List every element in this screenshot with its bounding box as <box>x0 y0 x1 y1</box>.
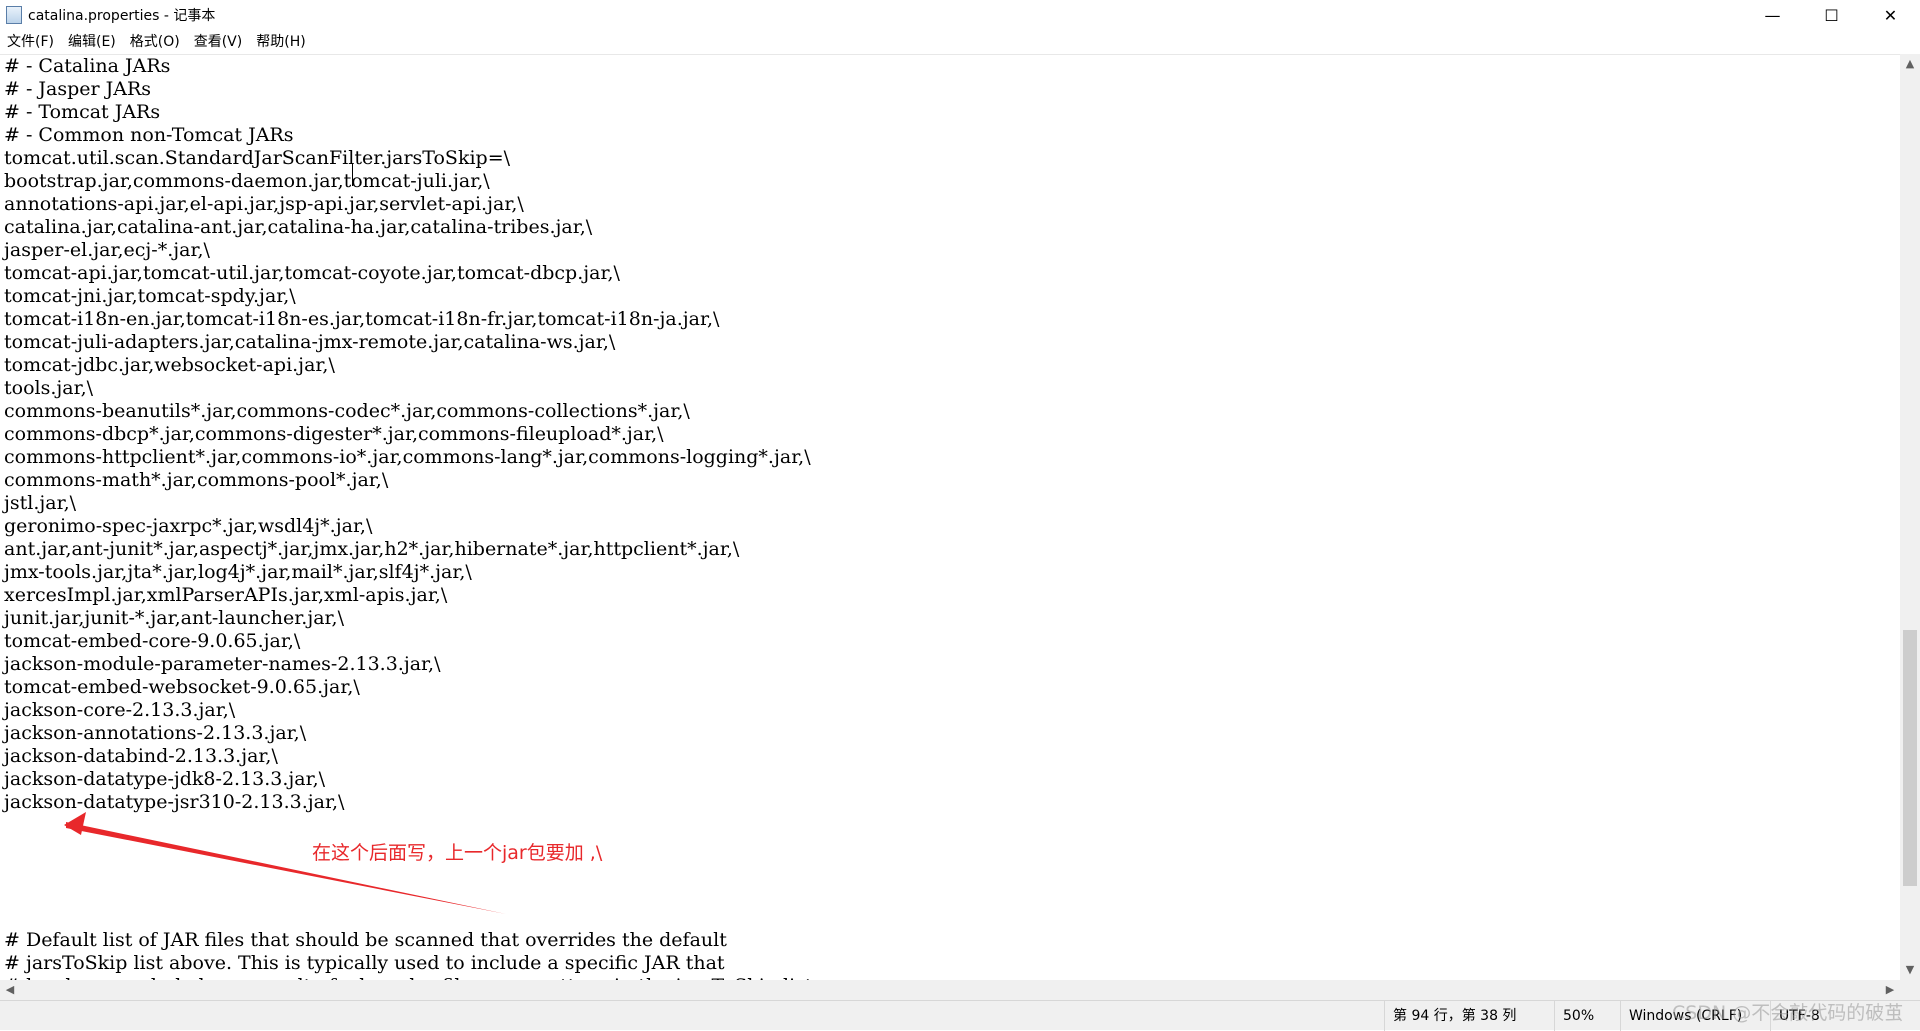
editor-line[interactable]: ant.jar,ant-junit*.jar,aspectj*.jar,jmx.… <box>0 538 1900 561</box>
editor-line[interactable] <box>0 837 1900 860</box>
editor-line[interactable]: bootstrap.jar,commons-daemon.jar,tomcat-… <box>0 170 1900 193</box>
editor-line[interactable]: catalina.jar,catalina-ant.jar,catalina-h… <box>0 216 1900 239</box>
editor-line[interactable]: junit.jar,junit-*.jar,ant-launcher.jar,\ <box>0 607 1900 630</box>
editor-line[interactable]: tomcat.util.scan.StandardJarScanFilter.j… <box>0 147 1900 170</box>
editor-line[interactable]: jstl.jar,\ <box>0 492 1900 515</box>
scrollbar-corner <box>1900 980 1920 1000</box>
close-button[interactable]: ✕ <box>1861 0 1920 30</box>
editor-line[interactable]: jasper-el.jar,ecj-*.jar,\ <box>0 239 1900 262</box>
editor-line[interactable]: tomcat-embed-core-9.0.65.jar,\ <box>0 630 1900 653</box>
editor-line[interactable]: jackson-datatype-jsr310-2.13.3.jar,\ <box>0 791 1900 814</box>
editor-line[interactable]: xercesImpl.jar,xmlParserAPIs.jar,xml-api… <box>0 584 1900 607</box>
editor-line[interactable] <box>0 883 1900 906</box>
window-title: catalina.properties - 记事本 <box>28 8 216 24</box>
editor-line[interactable]: # - Common non-Tomcat JARs <box>0 124 1900 147</box>
title-bar: catalina.properties - 记事本 — ☐ ✕ <box>0 0 1920 30</box>
editor-line[interactable]: tomcat-juli-adapters.jar,catalina-jmx-re… <box>0 331 1900 354</box>
menu-format[interactable]: 格式(O) <box>123 30 187 54</box>
scroll-right-arrow-icon[interactable]: ▶ <box>1880 980 1900 1000</box>
scroll-left-arrow-icon[interactable]: ◀ <box>0 980 20 1000</box>
editor-line[interactable]: geronimo-spec-jaxrpc*.jar,wsdl4j*.jar,\ <box>0 515 1900 538</box>
vertical-scrollbar[interactable]: ▲ ▼ <box>1900 54 1920 980</box>
editor-line[interactable]: tomcat-embed-websocket-9.0.65.jar,\ <box>0 676 1900 699</box>
editor-line[interactable]: jackson-databind-2.13.3.jar,\ <box>0 745 1900 768</box>
annotation-note: 在这个后面写，上一个jar包要加 ,\ <box>312 842 603 864</box>
editor-line[interactable] <box>0 814 1900 837</box>
window-controls: — ☐ ✕ <box>1743 0 1920 30</box>
notepad-app-icon <box>6 6 22 24</box>
editor-line[interactable]: commons-dbcp*.jar,commons-digester*.jar,… <box>0 423 1900 446</box>
editor-line[interactable]: tomcat-i18n-en.jar,tomcat-i18n-es.jar,to… <box>0 308 1900 331</box>
csdn-watermark: CSDN @不会敲代码的破茧 <box>1672 1002 1904 1024</box>
maximize-button[interactable]: ☐ <box>1802 0 1861 30</box>
editor-line[interactable]: commons-httpclient*.jar,commons-io*.jar,… <box>0 446 1900 469</box>
menu-help[interactable]: 帮助(H) <box>249 30 312 54</box>
scroll-up-arrow-icon[interactable]: ▲ <box>1900 54 1920 74</box>
editor-line[interactable]: # jarsToSkip list above. This is typical… <box>0 952 1900 975</box>
editor-line[interactable]: # - Jasper JARs <box>0 78 1900 101</box>
text-editor-area[interactable]: # - Catalina JARs # - Jasper JARs # - Tomc… <box>0 54 1900 981</box>
editor-line[interactable]: tomcat-jni.jar,tomcat-spdy.jar,\ <box>0 285 1900 308</box>
editor-line[interactable]: tomcat-jdbc.jar,websocket-api.jar,\ <box>0 354 1900 377</box>
editor-line[interactable]: jmx-tools.jar,jta*.jar,log4j*.jar,mail*.… <box>0 561 1900 584</box>
menu-edit[interactable]: 编辑(E) <box>61 30 123 54</box>
editor-line[interactable] <box>0 906 1900 929</box>
status-cursor-position: 第 94 行，第 38 列 <box>1384 1001 1553 1031</box>
editor-line[interactable]: commons-beanutils*.jar,commons-codec*.ja… <box>0 400 1900 423</box>
editor-line[interactable]: jackson-module-parameter-names-2.13.3.ja… <box>0 653 1900 676</box>
editor-line[interactable]: jackson-core-2.13.3.jar,\ <box>0 699 1900 722</box>
scroll-down-arrow-icon[interactable]: ▼ <box>1900 960 1920 980</box>
menu-file[interactable]: 文件(F) <box>0 30 61 54</box>
editor-line[interactable]: commons-math*.jar,commons-pool*.jar,\ <box>0 469 1900 492</box>
editor-line[interactable]: tomcat-api.jar,tomcat-util.jar,tomcat-co… <box>0 262 1900 285</box>
status-zoom: 50% <box>1554 1001 1623 1031</box>
editor-line[interactable]: jackson-annotations-2.13.3.jar,\ <box>0 722 1900 745</box>
editor-line[interactable]: # - Catalina JARs <box>0 55 1900 78</box>
editor-line[interactable]: annotations-api.jar,el-api.jar,jsp-api.j… <box>0 193 1900 216</box>
horizontal-scrollbar[interactable]: ◀ ▶ <box>0 980 1900 1000</box>
text-caret <box>352 164 353 186</box>
vertical-scroll-thumb[interactable] <box>1903 630 1917 886</box>
minimize-button[interactable]: — <box>1743 0 1802 30</box>
editor-line[interactable] <box>0 860 1900 883</box>
editor-line[interactable]: tools.jar,\ <box>0 377 1900 400</box>
menu-bar: 文件(F) 编辑(E) 格式(O) 查看(V) 帮助(H) <box>0 30 1920 54</box>
editor-line[interactable]: jackson-datatype-jdk8-2.13.3.jar,\ <box>0 768 1900 791</box>
status-bar: 第 94 行，第 38 列 50% Windows (CRLF) UTF-8 <box>0 1000 1920 1031</box>
editor-line[interactable]: # Default list of JAR files that should … <box>0 929 1900 952</box>
menu-view[interactable]: 查看(V) <box>187 30 250 54</box>
editor-line[interactable]: # - Tomcat JARs <box>0 101 1900 124</box>
